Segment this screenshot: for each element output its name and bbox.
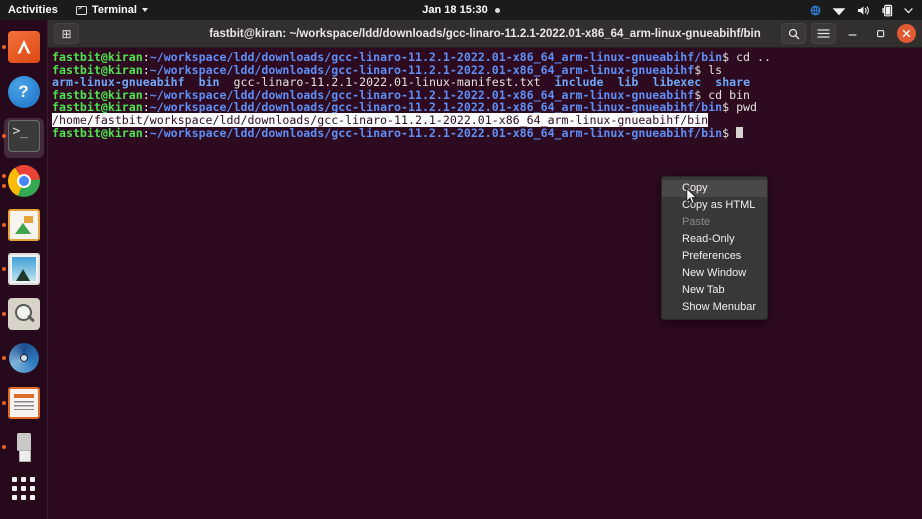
app-grid-icon [12,477,35,501]
terminal-command: pwd [736,100,758,115]
menu-item-new-window[interactable]: New Window [662,265,767,282]
app-menu-terminal[interactable]: Terminal [68,4,156,16]
hamburger-menu-icon [817,29,830,38]
clock-button[interactable]: Jan 18 15:30 [381,4,541,16]
running-indicator-dot [1,173,6,178]
libreoffice-draw-icon [7,208,40,241]
system-menu-caret-icon [904,7,913,14]
menu-item-read-only[interactable]: Read-Only [662,231,767,248]
prompt-user: fastbit@kiran [52,125,143,140]
help-icon: ? [7,75,40,108]
window-titlebar: ⊞ fastbit@kiran: ~/workspace/ldd/downloa… [48,20,922,48]
prompt-sigil: $ [722,50,737,64]
wifi-icon [832,5,846,16]
dock-item-libreoffice-draw[interactable] [0,204,48,246]
ubuntu-dock: ? >_ [0,20,48,519]
terminal-icon: >_ [7,120,40,153]
spiral-media-icon [8,342,40,374]
chevron-down-icon [141,8,148,12]
search-button[interactable] [781,23,806,44]
clock-label: Jan 18 15:30 [422,4,488,16]
notification-dot-icon [494,7,500,13]
activities-button[interactable]: Activities [0,4,68,16]
dock-item-usb-drive[interactable] [0,426,48,468]
running-indicator-dot [1,445,6,450]
magnifier-icon [7,297,40,330]
maximize-button[interactable] [869,23,892,44]
new-tab-button[interactable]: ⊞ [54,23,79,44]
volume-icon [857,5,871,16]
dock-item-chrome[interactable] [0,159,48,201]
usb-drive-icon [8,431,40,463]
terminal-command: cd .. [736,50,771,64]
chrome-icon [7,164,40,197]
gnome-top-bar: Activities Terminal Jan 18 15:30 [0,0,922,20]
menu-item-label: New Window [682,267,747,280]
prompt-path: ~/workspace/ldd/downloads/gcc-linaro-11.… [149,125,723,140]
dock-item-help[interactable]: ? [0,70,48,112]
terminal-icon [75,4,87,15]
close-button[interactable] [897,24,916,43]
terminal-line-current-prompt: fastbit@kiran:~/workspace/ldd/downloads/… [52,125,918,140]
new-tab-icon: ⊞ [61,26,72,41]
running-indicator-dot [1,356,6,361]
menu-item-paste: Paste [662,214,767,231]
libreoffice-impress-icon [7,386,40,419]
menu-item-label: Paste [682,216,711,229]
menu-item-label: Copy as HTML [682,199,756,212]
prompt-sigil: $ [722,100,737,115]
app-grid-button[interactable] [0,468,48,509]
running-indicator-dot [1,45,6,50]
dock-item-magnifier[interactable] [0,293,48,335]
ubuntu-software-icon [7,31,40,64]
system-tray[interactable] [810,4,922,17]
terminal-context-menu: Copy Copy as HTML Paste Read-Only Prefer… [661,176,768,320]
network-vpn-icon [810,5,821,16]
menu-item-new-tab[interactable]: New Tab [662,282,767,299]
prompt-colon: : [142,125,150,140]
maximize-icon [876,29,885,38]
dock-item-ubuntu-software[interactable] [0,26,48,68]
battery-icon [882,4,893,17]
menu-item-label: Preferences [682,250,742,263]
dock-item-terminal[interactable]: >_ [0,115,48,159]
terminal-window: ⊞ fastbit@kiran: ~/workspace/ldd/downloa… [48,20,922,519]
running-indicator-dot [1,311,6,316]
close-icon [902,29,911,38]
menu-item-label: Copy [682,182,708,195]
dock-item-media-player[interactable] [0,337,48,379]
minimize-icon [848,34,857,36]
running-indicator-dot [1,183,6,188]
search-icon [788,28,799,39]
running-indicator-dot [1,134,6,139]
running-indicator-dot [1,400,6,405]
menu-item-preferences[interactable]: Preferences [662,248,767,265]
minimize-button[interactable] [841,23,864,44]
running-indicator-dot [1,222,6,227]
terminal-output-area[interactable]: fastbit@kiran:~/workspace/ldd/downloads/… [48,48,922,519]
hamburger-menu-button[interactable] [811,23,836,44]
app-menu-label: Terminal [91,4,137,16]
menu-item-copy-as-html[interactable]: Copy as HTML [662,197,767,214]
running-indicator-dot [1,267,6,272]
menu-item-show-menubar[interactable]: Show Menubar [662,299,767,316]
menu-item-label: Read-Only [682,233,735,246]
text-cursor [736,126,744,138]
dock-item-image-viewer[interactable] [0,248,48,290]
prompt-sigil: $ [722,125,737,140]
menu-item-copy[interactable]: Copy [662,180,767,197]
menu-item-label: Show Menubar [682,301,756,314]
dock-item-libreoffice-impress[interactable] [0,382,48,424]
image-viewer-icon [7,253,40,286]
menu-item-label: New Tab [682,284,725,297]
